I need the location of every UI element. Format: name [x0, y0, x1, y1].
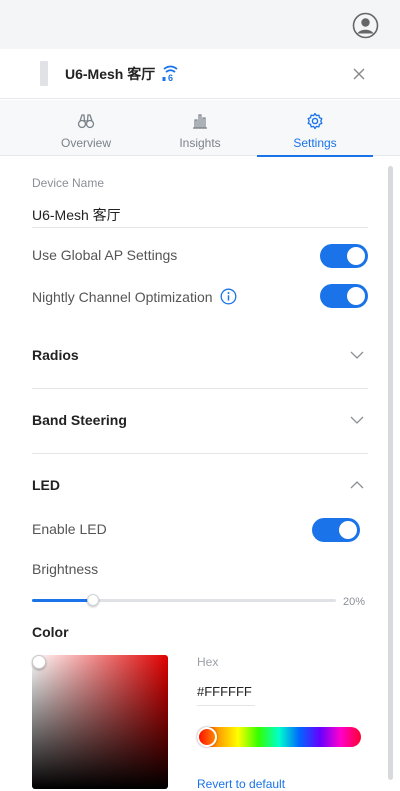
gear-icon [307, 112, 323, 130]
use-global-ap-label: Use Global AP Settings [32, 247, 178, 263]
toggle-knob [347, 247, 365, 265]
toggle-knob [339, 521, 357, 539]
radios-section-title[interactable]: Radios [32, 347, 79, 363]
info-icon[interactable] [220, 288, 237, 305]
svg-text:6: 6 [168, 73, 173, 82]
device-header: U6-Mesh 客厅 6 [0, 49, 400, 99]
led-section-title[interactable]: LED [32, 477, 60, 493]
chevron-down-icon[interactable] [350, 350, 364, 360]
tab-insights-label: Insights [179, 136, 221, 150]
chevron-up-icon[interactable] [350, 480, 364, 490]
enable-led-label: Enable LED [32, 521, 107, 537]
tab-settings[interactable]: Settings [257, 100, 373, 157]
hue-slider[interactable] [197, 727, 361, 747]
enable-led-toggle[interactable] [312, 518, 360, 542]
scrollbar[interactable] [388, 166, 393, 780]
device-name-underline [32, 227, 368, 228]
chevron-down-icon[interactable] [350, 415, 364, 425]
brightness-value: 20% [343, 596, 366, 608]
wifi6-badge-icon: 6 [162, 65, 178, 82]
tab-bar: Overview Insights Settings [0, 100, 400, 157]
bar-chart-icon [193, 114, 207, 129]
hue-slider-thumb[interactable] [197, 727, 217, 747]
brightness-label: Brightness [32, 561, 99, 577]
tab-overview-label: Overview [60, 136, 111, 150]
user-avatar-icon[interactable] [352, 12, 379, 39]
tab-insights[interactable]: Insights [142, 100, 258, 156]
color-picker-cursor[interactable] [32, 655, 46, 669]
nightly-channel-toggle[interactable] [320, 284, 368, 308]
color-title: Color [32, 624, 69, 640]
device-thumbnail [40, 61, 48, 86]
binoculars-icon [77, 114, 95, 129]
brightness-slider[interactable] [32, 594, 336, 606]
device-name-label: Device Name [32, 176, 105, 190]
hex-input[interactable]: #FFFFFF [197, 684, 255, 699]
brightness-slider-fill [32, 599, 93, 602]
device-title: U6-Mesh 客厅 [65, 66, 156, 82]
top-bar [0, 0, 400, 49]
use-global-ap-toggle[interactable] [320, 244, 368, 268]
device-name-input[interactable]: U6-Mesh 客厅 [32, 205, 121, 225]
band-steering-section-title[interactable]: Band Steering [32, 412, 127, 428]
hex-label: Hex [197, 655, 219, 669]
close-icon[interactable] [352, 67, 366, 81]
tab-overview[interactable]: Overview [28, 100, 144, 156]
section-divider [32, 453, 368, 454]
color-saturation-picker[interactable] [32, 655, 168, 789]
section-divider [32, 388, 368, 389]
nightly-channel-label: Nightly Channel Optimization [32, 289, 213, 305]
toggle-knob [347, 287, 365, 305]
brightness-slider-thumb[interactable] [86, 594, 99, 606]
hex-underline [197, 705, 255, 706]
tab-settings-label: Settings [293, 136, 337, 150]
